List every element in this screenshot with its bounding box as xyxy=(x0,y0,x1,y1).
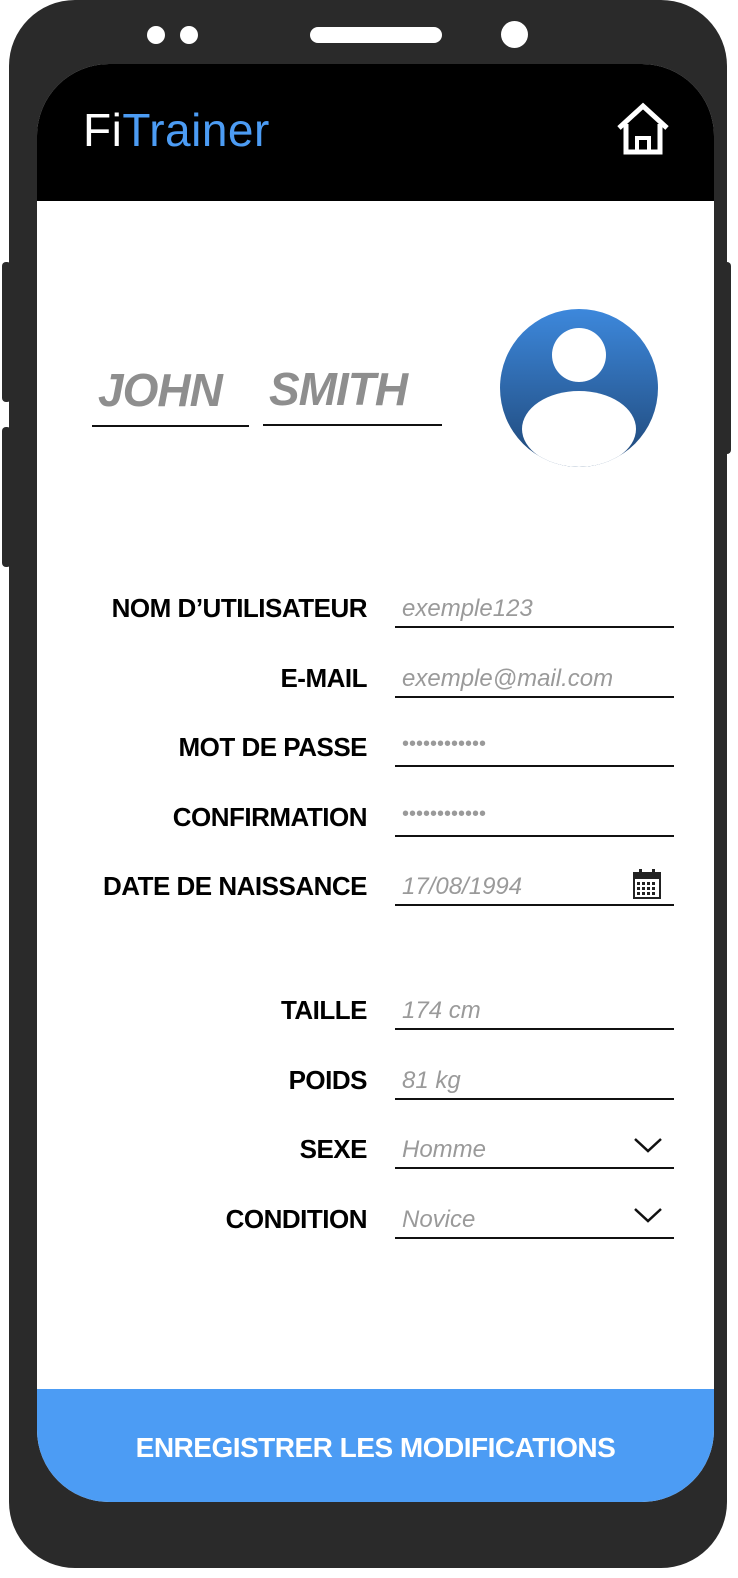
speaker-grille xyxy=(310,27,442,43)
app-screen: FiTrainer JOHN SMITH NOM D’UTILISATEUR e… xyxy=(37,64,714,1502)
weight-row: POIDS xyxy=(37,1058,714,1108)
email-row: E-MAIL xyxy=(37,656,714,706)
volume-down-button xyxy=(2,427,11,567)
birthdate-label: DATE DE NAISSANCE xyxy=(102,871,368,901)
home-icon xyxy=(617,102,669,155)
first-name-text: JOHN xyxy=(98,364,223,416)
calendar-icon[interactable] xyxy=(633,869,661,899)
confirmation-label: CONFIRMATION xyxy=(172,802,368,832)
password-label: MOT DE PASSE xyxy=(178,732,367,762)
sensor-dot xyxy=(180,26,198,44)
email-label: E-MAIL xyxy=(280,663,367,693)
password-input[interactable] xyxy=(395,725,674,767)
chevron-down-icon[interactable] xyxy=(633,1205,663,1225)
weight-input[interactable] xyxy=(395,1058,674,1100)
save-changes-button[interactable]: ENREGISTRER LES MODIFICATIONS xyxy=(37,1389,714,1502)
username-input[interactable] xyxy=(395,586,674,628)
username-row: NOM D’UTILISATEUR xyxy=(37,586,714,636)
home-button[interactable] xyxy=(615,100,671,156)
chevron-down-icon[interactable] xyxy=(633,1135,663,1155)
logo-trainer-text: Trainer xyxy=(122,104,270,156)
sex-label: SEXE xyxy=(299,1134,368,1164)
app-logo: FiTrainer xyxy=(83,102,270,158)
height-input[interactable] xyxy=(395,988,674,1030)
last-name-field[interactable]: SMITH xyxy=(263,361,442,426)
power-button xyxy=(722,262,731,454)
email-input[interactable] xyxy=(395,656,674,698)
volume-up-button xyxy=(2,262,11,402)
user-avatar-icon xyxy=(500,309,658,467)
height-label: TAILLE xyxy=(280,995,368,1025)
password-row: MOT DE PASSE •••••••••••• xyxy=(37,725,714,775)
birthdate-row: DATE DE NAISSANCE xyxy=(37,864,714,914)
first-name-field[interactable]: JOHN xyxy=(92,362,249,427)
app-header: FiTrainer xyxy=(37,64,714,201)
username-label: NOM D’UTILISATEUR xyxy=(111,593,368,623)
condition-row: CONDITION xyxy=(37,1197,714,1247)
camera-dot xyxy=(147,26,165,44)
logo-fi-text: Fi xyxy=(83,104,123,156)
phone-frame: FiTrainer JOHN SMITH NOM D’UTILISATEUR e… xyxy=(9,0,727,1568)
height-row: TAILLE xyxy=(37,988,714,1038)
confirmation-input[interactable] xyxy=(395,795,674,837)
confirmation-row: CONFIRMATION •••••••••••• xyxy=(37,795,714,845)
condition-label: CONDITION xyxy=(225,1204,368,1234)
profile-avatar[interactable] xyxy=(500,309,658,467)
sex-row: SEXE xyxy=(37,1127,714,1177)
last-name-text: SMITH xyxy=(269,363,408,415)
weight-label: POIDS xyxy=(288,1065,368,1095)
front-camera xyxy=(501,21,528,48)
